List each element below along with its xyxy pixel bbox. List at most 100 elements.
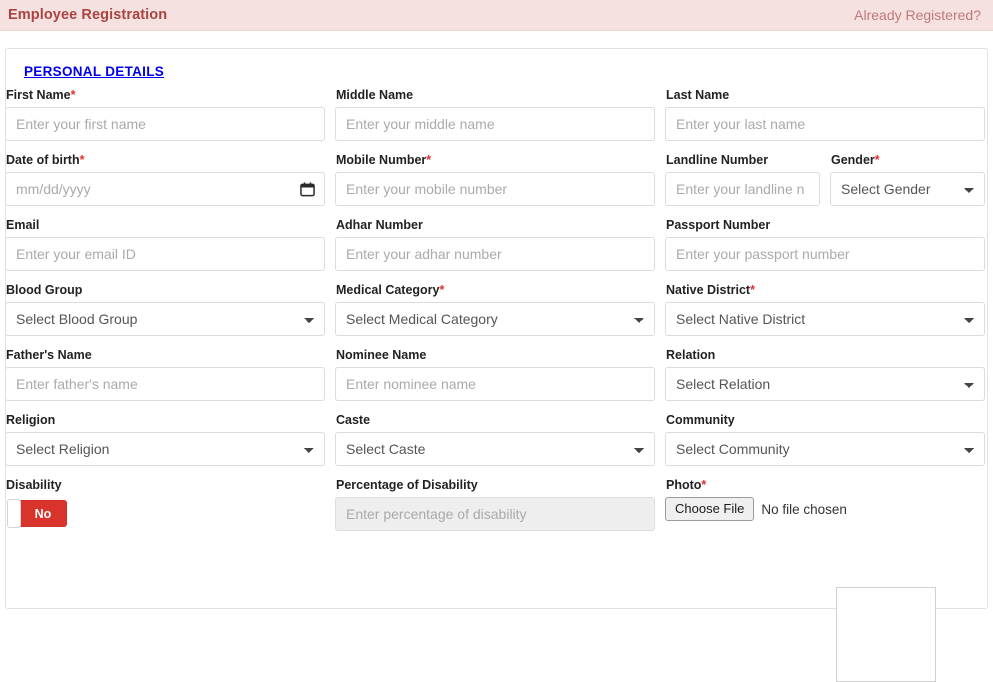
form-column: Email <box>0 218 330 283</box>
form-column: Gender* Select Gender <box>825 153 990 218</box>
required-asterisk: * <box>70 88 76 102</box>
label-last-name: Last Name <box>666 88 730 102</box>
page-header: Employee Registration Already Registered… <box>0 0 993 31</box>
label-community: Community <box>666 413 735 427</box>
field-religion: Religion Select Religion <box>5 413 325 466</box>
form-column: Passport Number <box>660 218 990 283</box>
field-photo: Photo* Choose File No file chosen <box>665 478 985 521</box>
field-email: Email <box>5 218 325 271</box>
label-caste: Caste <box>336 413 371 427</box>
already-registered-link[interactable]: Already Registered? <box>854 7 981 23</box>
choose-file-button[interactable]: Choose File <box>665 497 755 521</box>
form-column: Middle Name <box>330 88 660 153</box>
personal-details-form: First Name* Middle Name Last Name <box>5 88 990 543</box>
form-column: Medical Category* Select Medical Categor… <box>330 283 660 348</box>
landline-number-input[interactable] <box>665 172 820 206</box>
field-caste: Caste Select Caste <box>335 413 655 466</box>
medical-category-select[interactable]: Select Medical Category <box>335 302 655 336</box>
first-name-input[interactable] <box>5 107 325 141</box>
label-blood-group: Blood Group <box>6 283 83 297</box>
file-chosen-status: No file chosen <box>761 501 847 517</box>
form-column: Date of birth* <box>0 153 330 218</box>
label-percentage-of-disability: Percentage of Disability <box>336 478 478 492</box>
gender-select[interactable]: Select Gender <box>830 172 985 206</box>
label-gender: Gender* <box>831 153 880 167</box>
percentage-of-disability-input[interactable] <box>335 497 655 531</box>
form-column: Disability No <box>0 478 330 543</box>
field-date-of-birth: Date of birth* <box>5 153 325 206</box>
field-percentage-of-disability: Percentage of Disability <box>335 478 655 531</box>
label-email: Email <box>6 218 40 232</box>
field-native-district: Native District* Select Native District <box>665 283 985 336</box>
required-asterisk: * <box>750 283 755 297</box>
adhar-number-input[interactable] <box>335 237 655 271</box>
field-gender: Gender* Select Gender <box>830 153 985 206</box>
form-row: Religion Select Religion Caste Select Ca… <box>0 413 993 478</box>
label-middle-name: Middle Name <box>336 88 414 102</box>
form-column: Percentage of Disability <box>330 478 660 543</box>
disability-toggle-label: No <box>34 506 52 521</box>
date-of-birth-wrapper <box>5 172 325 206</box>
nominee-name-input[interactable] <box>335 367 655 401</box>
field-middle-name: Middle Name <box>335 88 655 141</box>
community-select[interactable]: Select Community <box>665 432 985 466</box>
required-asterisk: * <box>426 153 432 167</box>
label-date-of-birth: Date of birth* <box>6 153 85 167</box>
field-medical-category: Medical Category* Select Medical Categor… <box>335 283 655 336</box>
form-column: Father's Name <box>0 348 330 413</box>
field-relation: Relation Select Relation <box>665 348 985 401</box>
required-asterisk: * <box>439 283 445 297</box>
field-adhar-number: Adhar Number <box>335 218 655 271</box>
blood-group-select[interactable]: Select Blood Group <box>5 302 325 336</box>
field-first-name: First Name* <box>5 88 325 141</box>
form-column: Nominee Name <box>330 348 660 413</box>
toggle-knob <box>7 499 21 528</box>
form-column: Last Name <box>660 88 990 153</box>
form-column: Mobile Number* <box>330 153 660 218</box>
label-medical-category: Medical Category* <box>336 283 445 297</box>
label-relation: Relation <box>666 348 716 362</box>
passport-number-input[interactable] <box>665 237 985 271</box>
native-district-select[interactable]: Select Native District <box>665 302 985 336</box>
section-heading-personal-details[interactable]: PERSONAL DETAILS <box>24 64 164 79</box>
form-column: Adhar Number <box>330 218 660 283</box>
form-row: First Name* Middle Name Last Name <box>0 88 993 153</box>
field-fathers-name: Father's Name <box>5 348 325 401</box>
relation-select[interactable]: Select Relation <box>665 367 985 401</box>
field-last-name: Last Name <box>665 88 985 141</box>
label-nominee-name: Nominee Name <box>336 348 427 362</box>
field-mobile-number: Mobile Number* <box>335 153 655 206</box>
field-community: Community Select Community <box>665 413 985 466</box>
religion-select[interactable]: Select Religion <box>5 432 325 466</box>
field-disability: Disability No <box>5 478 325 528</box>
disability-toggle[interactable]: No <box>7 499 67 528</box>
form-column: Community Select Community <box>660 413 990 478</box>
label-mobile-number: Mobile Number* <box>336 153 432 167</box>
last-name-input[interactable] <box>665 107 985 141</box>
photo-file-row: Choose File No file chosen <box>665 497 985 521</box>
required-asterisk: * <box>874 153 880 167</box>
form-column: First Name* <box>0 88 330 153</box>
form-row: Disability No Percentage of Disability P… <box>0 478 993 543</box>
label-native-district: Native District* <box>666 283 755 297</box>
form-column: Native District* Select Native District <box>660 283 990 348</box>
form-column: Blood Group Select Blood Group <box>0 283 330 348</box>
field-nominee-name: Nominee Name <box>335 348 655 401</box>
form-row: Date of birth* Mobile Number* <box>0 153 993 218</box>
mobile-number-input[interactable] <box>335 172 655 206</box>
field-landline-number: Landline Number <box>665 153 820 206</box>
label-religion: Religion <box>6 413 56 427</box>
form-row: Father's Name Nominee Name Relation Sele… <box>0 348 993 413</box>
field-blood-group: Blood Group Select Blood Group <box>5 283 325 336</box>
fathers-name-input[interactable] <box>5 367 325 401</box>
form-column: Photo* Choose File No file chosen <box>660 478 990 543</box>
email-input[interactable] <box>5 237 325 271</box>
label-photo: Photo* <box>666 478 707 492</box>
form-column: Caste Select Caste <box>330 413 660 478</box>
page-title: Employee Registration <box>8 7 168 23</box>
caste-select[interactable]: Select Caste <box>335 432 655 466</box>
date-of-birth-input[interactable] <box>5 172 325 206</box>
middle-name-input[interactable] <box>335 107 655 141</box>
form-column: Landline Number <box>660 153 825 218</box>
form-row: Blood Group Select Blood Group Medical C… <box>0 283 993 348</box>
